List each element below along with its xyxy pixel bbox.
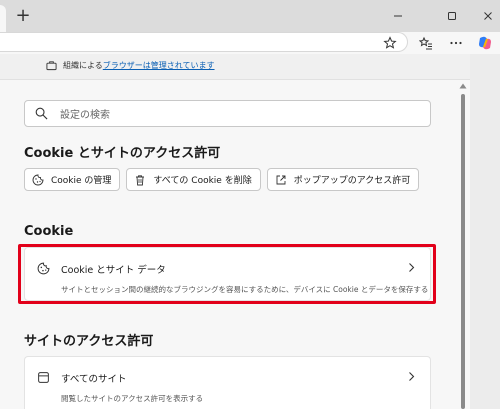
favorites-button[interactable] [417,34,435,52]
side-strip [470,54,500,409]
chevron-right-icon [409,372,415,381]
close-icon [484,12,492,20]
star-icon [383,36,397,49]
favorites-list-icon [419,36,432,50]
delete-cookies-label: すべての Cookie を削除 [153,176,252,186]
external-window-icon [276,175,286,184]
maximize-button[interactable] [440,4,464,28]
active-tab-edge[interactable] [0,5,6,32]
popup-permissions-button[interactable]: ポップアップのアクセス許可 [266,168,420,191]
manage-cookies-button[interactable]: Cookie の管理 [24,168,121,191]
quick-action-row: Cookie の管理 すべての Cookie を削除 ポップアップのアクセス許可 [24,168,425,191]
tab-strip: + [0,0,500,32]
settings-content: 設定の検索 Cookie とサイトのアクセス許可 Cookie の管理 すべての… [0,80,456,409]
settings-search-input[interactable]: 設定の検索 [24,100,431,127]
copilot-icon [479,36,491,50]
vertical-scrollbar[interactable] [456,80,470,409]
managed-message: 組織による ブラウザーは管理されています [46,60,215,71]
favorite-star-button[interactable] [381,34,399,52]
new-tab-button[interactable]: + [14,7,32,25]
copilot-button[interactable] [476,34,494,52]
scrollbar-thumb[interactable] [461,94,465,409]
minimize-icon [394,15,402,17]
all-sites-title: すべてのサイト [61,374,127,385]
search-icon [35,107,48,120]
maximize-icon [448,12,456,20]
delete-all-cookies-button[interactable]: すべての Cookie を削除 [126,168,261,191]
managed-link[interactable]: ブラウザーは管理されています [103,60,215,71]
section-title-cookie-permissions: Cookie とサイトのアクセス許可 [24,146,221,161]
popups-label: ポップアップのアクセス許可 [293,176,411,186]
section-title-cookie: Cookie [24,224,74,239]
browser-window-icon [38,372,49,383]
briefcase-icon [46,61,57,71]
manage-cookies-label: Cookie の管理 [51,176,112,186]
all-sites-card[interactable]: すべてのサイト 閲覧したサイトのアクセス許可を表示する [24,356,431,409]
search-placeholder: 設定の検索 [60,110,110,121]
managed-info-bar: 組織による ブラウザーは管理されています [0,54,470,80]
cookie-icon [32,174,44,185]
toolbar [0,32,500,54]
minimize-button[interactable] [386,4,410,28]
highlight-frame [18,244,436,304]
more-options-button[interactable] [447,34,465,52]
managed-prefix: 組織による [63,61,103,70]
close-window-button[interactable] [476,4,500,28]
ellipsis-icon [450,41,462,45]
trash-icon [136,174,145,185]
scroll-up-arrow-icon[interactable] [459,83,467,89]
all-sites-description: 閲覧したサイトのアクセス許可を表示する [61,394,204,403]
address-bar[interactable] [0,32,408,52]
section-title-site-permissions: サイトのアクセス許可 [24,334,154,349]
